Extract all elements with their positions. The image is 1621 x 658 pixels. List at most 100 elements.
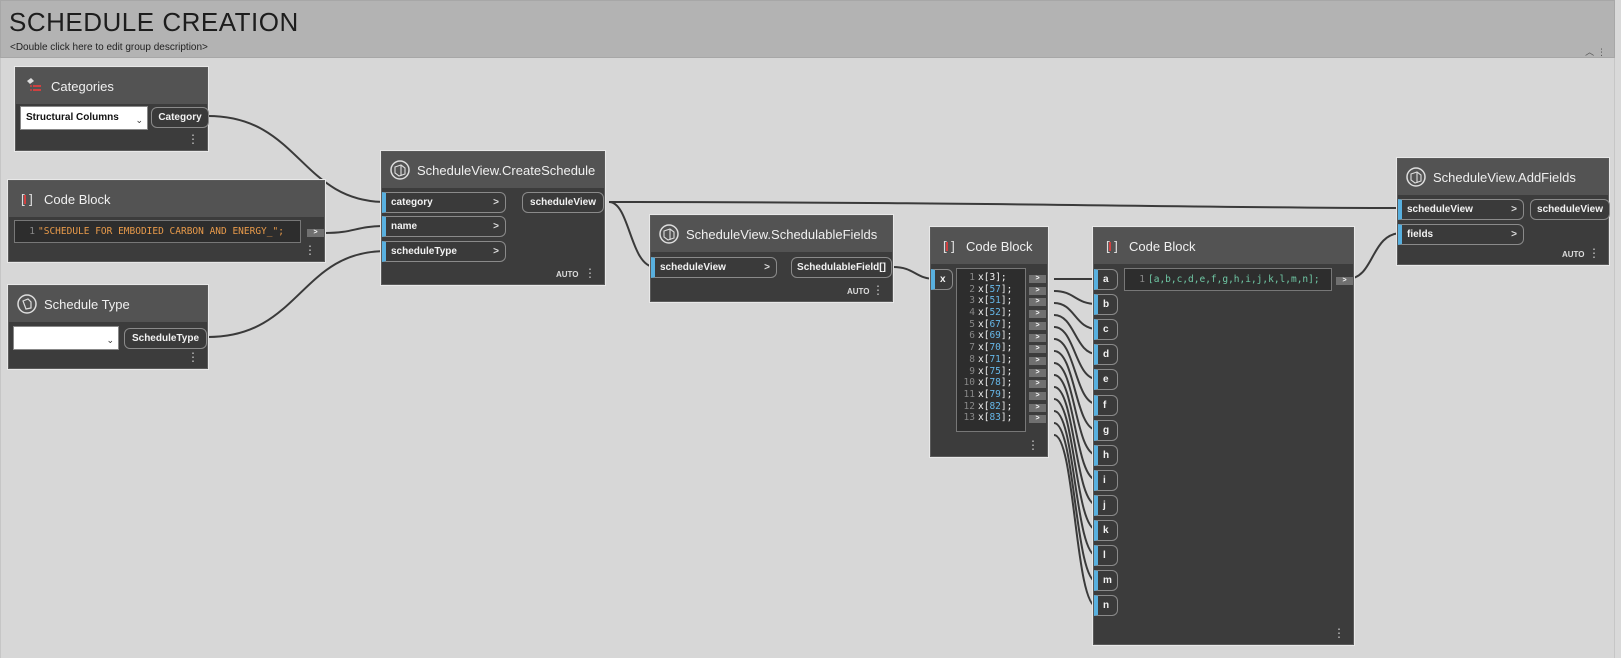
- add-fields-node[interactable]: ScheduleView.AddFields scheduleView > fie…: [1397, 158, 1610, 265]
- input-port-h[interactable]: h: [1094, 444, 1118, 466]
- chevron-down-icon: ⌄: [135, 115, 143, 125]
- group-canvas[interactable]: [0, 58, 1615, 658]
- chevron-down-icon: ⌄: [106, 335, 114, 345]
- node-menu-icon[interactable]: ⋮: [187, 133, 199, 145]
- input-port-n[interactable]: n: [1094, 595, 1118, 617]
- schedule-type-dropdown[interactable]: ⌄: [13, 326, 119, 350]
- node-title: ScheduleView.CreateSchedule: [417, 162, 596, 178]
- output-port[interactable]: >: [1029, 415, 1046, 424]
- code-editor[interactable]: 1 [a,b,c,d,e,f,g,h,i,j,k,l,m,n];: [1124, 268, 1332, 291]
- output-port[interactable]: >: [1336, 277, 1353, 285]
- output-port-category[interactable]: Category: [151, 107, 209, 128]
- output-port[interactable]: >: [1029, 403, 1046, 412]
- categories-node[interactable]: Categories Structural Columns ⌄ Category…: [15, 67, 209, 151]
- dropdown-value: Structural Columns: [26, 112, 119, 123]
- output-port[interactable]: >: [1029, 356, 1046, 365]
- input-port-x[interactable]: x: [931, 269, 953, 290]
- node-title: Schedule Type: [44, 296, 130, 312]
- schedule-type-header[interactable]: Schedule Type: [9, 286, 207, 322]
- node-title: Categories: [51, 78, 114, 94]
- category-dropdown[interactable]: Structural Columns ⌄: [20, 106, 148, 130]
- node-menu-icon[interactable]: ⋮: [304, 244, 316, 256]
- output-port-schedulable-field[interactable]: SchedulableField[]: [791, 257, 892, 278]
- output-port[interactable]: >: [1029, 368, 1046, 377]
- code-line: 1 x[3];: [969, 272, 1007, 283]
- code-block-2-header[interactable]: [] Code Block: [931, 228, 1047, 264]
- schedule-view-icon: [1406, 167, 1426, 187]
- node-title: ScheduleView.AddFields: [1433, 169, 1576, 185]
- svg-text:]: ]: [1112, 240, 1120, 255]
- output-port[interactable]: >: [1029, 286, 1046, 295]
- node-menu-icon[interactable]: ⋮: [584, 267, 596, 279]
- categories-node-header[interactable]: Categories: [16, 68, 207, 104]
- schedule-view-icon: [659, 224, 679, 244]
- node-menu-icon[interactable]: ⋮: [187, 351, 199, 363]
- input-port-k[interactable]: k: [1094, 520, 1118, 541]
- create-schedule-header[interactable]: ScheduleView.CreateSchedule: [382, 152, 604, 188]
- code-line: 4 x[52];: [969, 307, 1013, 319]
- input-port-e[interactable]: e: [1094, 369, 1118, 391]
- output-port-schedule-type[interactable]: ScheduleType: [124, 328, 207, 349]
- output-port[interactable]: >: [1029, 321, 1046, 330]
- node-menu-icon[interactable]: ⋮: [1588, 247, 1600, 259]
- lacing-label[interactable]: AUTO: [556, 270, 579, 279]
- category-icon: [27, 78, 41, 91]
- input-port-schedule-type[interactable]: scheduleType >: [382, 241, 506, 262]
- code-block-1-node[interactable]: [] Code Block 1 "SCHEDULE FOR EMBODIED CA…: [8, 180, 325, 262]
- code-line: 6 x[69];: [969, 330, 1013, 342]
- input-port-c[interactable]: c: [1094, 319, 1118, 341]
- code-block-3-header[interactable]: [] Code Block: [1094, 228, 1353, 264]
- add-fields-header[interactable]: ScheduleView.AddFields: [1398, 159, 1608, 195]
- input-port-schedule-view[interactable]: scheduleView >: [1398, 199, 1524, 220]
- code-editor[interactable]: 1 x[3]; 2 x[57]; 3 x[51]; 4 x[52]; 5 x[67]; 6 x[69]…: [956, 268, 1026, 432]
- node-menu-icon[interactable]: ⋮: [1333, 627, 1345, 639]
- output-port[interactable]: >: [1029, 345, 1046, 354]
- output-port-schedule-view[interactable]: scheduleView: [1530, 199, 1610, 220]
- input-port-fields[interactable]: fields >: [1398, 224, 1524, 245]
- output-port-schedule-view[interactable]: scheduleView: [522, 192, 604, 213]
- code-line: 7 x[70];: [969, 342, 1013, 354]
- input-port-l[interactable]: l: [1094, 545, 1118, 567]
- code-line: 10 x[78];: [963, 377, 1013, 389]
- output-port[interactable]: >: [1029, 298, 1046, 307]
- input-port-name[interactable]: name >: [382, 216, 506, 237]
- node-menu-icon[interactable]: ⋮: [1027, 439, 1039, 451]
- schedulable-fields-header[interactable]: ScheduleView.SchedulableFields: [651, 216, 892, 252]
- code-editor[interactable]: 1 "SCHEDULE FOR EMBODIED CARBON AND ENERG…: [14, 220, 301, 243]
- output-port[interactable]: >: [1029, 275, 1046, 283]
- code-block-1-header[interactable]: [] Code Block: [9, 181, 324, 217]
- code-line: 13 x[83];: [963, 412, 1013, 424]
- code-block-3-node[interactable]: [] Code Block abcdefghijklmn 1 [a,b,c,d,e…: [1093, 227, 1354, 645]
- code-block-icon: []: [1104, 240, 1120, 255]
- input-port-d[interactable]: d: [1094, 344, 1118, 366]
- schedulable-fields-node[interactable]: ScheduleView.SchedulableFields scheduleV…: [650, 215, 893, 302]
- output-port[interactable]: >: [1029, 380, 1046, 389]
- input-port-m[interactable]: m: [1094, 570, 1118, 592]
- output-port[interactable]: >: [307, 229, 324, 237]
- input-port-b[interactable]: b: [1094, 294, 1118, 316]
- node-title: Code Block: [966, 238, 1033, 254]
- schedule-type-icon: [17, 294, 37, 314]
- input-port-i[interactable]: i: [1094, 469, 1118, 491]
- input-port-j[interactable]: j: [1094, 494, 1118, 516]
- collapse-group-button[interactable]: ︿ ⋮: [1585, 45, 1606, 58]
- output-port[interactable]: >: [1029, 333, 1046, 342]
- node-menu-icon[interactable]: ⋮: [872, 284, 884, 296]
- input-port-g[interactable]: g: [1094, 419, 1118, 441]
- group-description[interactable]: <Double click here to edit group descrip…: [10, 42, 208, 53]
- code-block-2-node[interactable]: [] Code Block x 1 x[3]; 2 x[57]; 3 x[51]; 4 x[5…: [930, 227, 1048, 457]
- input-port-f[interactable]: f: [1094, 394, 1118, 416]
- lacing-label[interactable]: AUTO: [1562, 250, 1585, 259]
- create-schedule-node[interactable]: ScheduleView.CreateSchedule category > na…: [381, 151, 605, 285]
- input-port-schedule-view[interactable]: scheduleView >: [651, 257, 777, 278]
- lacing-label[interactable]: AUTO: [847, 287, 870, 296]
- code-block-icon: []: [941, 240, 957, 255]
- group-header[interactable]: SCHEDULE CREATION <Double click here to …: [0, 0, 1615, 58]
- svg-text:]: ]: [949, 240, 957, 255]
- group-title[interactable]: SCHEDULE CREATION: [9, 7, 299, 38]
- schedule-type-node[interactable]: Schedule Type ⌄ ScheduleType ⋮: [8, 285, 208, 369]
- input-port-a[interactable]: a: [1094, 269, 1118, 290]
- input-port-category[interactable]: category >: [382, 192, 506, 213]
- output-port[interactable]: >: [1029, 392, 1046, 400]
- output-port[interactable]: >: [1029, 310, 1046, 319]
